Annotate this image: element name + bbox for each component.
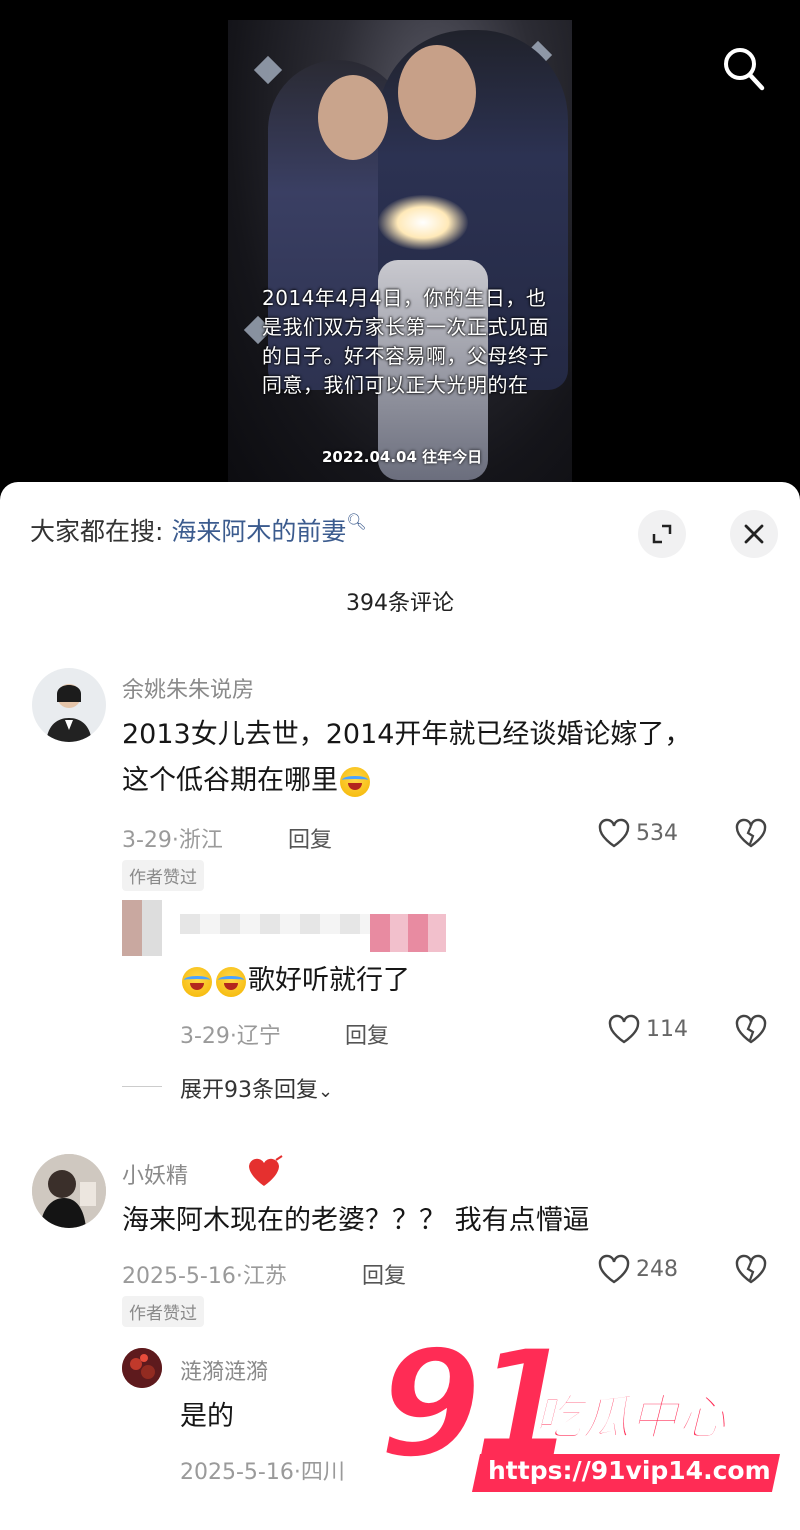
reply-button[interactable]: 回复 <box>362 1258 406 1290</box>
broken-heart-icon <box>735 1254 767 1284</box>
comment-count: 394条评论 <box>346 591 454 616</box>
broken-heart-icon <box>735 818 767 848</box>
reply-date-location: 3-29·辽宁 <box>180 1024 281 1049</box>
comment-text-line-2: 这个低谷期在哪里 <box>122 758 691 804</box>
search-small-icon: 🔍︎ <box>346 512 367 531</box>
blurred-username <box>180 914 370 934</box>
heart-icon <box>608 1014 640 1044</box>
watermark-name: 吃瓜中心 <box>533 1389 727 1447</box>
author-liked-tag: 作者赞过 <box>122 1296 204 1327</box>
like-button[interactable]: 248 <box>598 1254 678 1284</box>
trending-search-query[interactable]: 海来阿木的前妻 <box>171 517 346 546</box>
close-icon <box>744 524 764 544</box>
laugh-cry-emoji-icon <box>216 966 246 997</box>
video-caption: 2014年4月4日，你的生日，也是我们双方家长第一次正式见面的日子。好不容易啊，… <box>262 286 549 397</box>
heart-badge-icon <box>246 1152 286 1194</box>
comment-date-location: 2025-5-16·江苏 <box>122 1264 287 1289</box>
avatar[interactable] <box>122 1348 162 1388</box>
reply-username[interactable]: 涟漪涟漪 <box>180 1354 268 1386</box>
video-frame <box>228 20 572 490</box>
laugh-cry-emoji-icon <box>182 966 212 997</box>
dislike-button[interactable] <box>734 1014 768 1048</box>
avatar[interactable] <box>32 668 106 742</box>
trending-search-prefix: 大家都在搜: <box>30 517 164 546</box>
comment-date-location: 3-29·浙江 <box>122 828 223 853</box>
reply-text: 是的 <box>180 1401 234 1432</box>
blurred-badge <box>370 914 446 952</box>
expand-replies-button[interactable]: 展开93条回复⌄ <box>180 1072 333 1104</box>
like-button[interactable]: 534 <box>598 818 678 848</box>
site-watermark-logo: 91 吃瓜中心 https://91vip14.com <box>376 1316 781 1500</box>
chevron-down-icon: ⌄ <box>318 1081 334 1102</box>
expand-button[interactable] <box>638 510 686 558</box>
video-player[interactable]: 2014年4月4日，你的生日，也是我们双方家长第一次正式见面的日子。好不容易啊，… <box>0 0 800 500</box>
like-count: 534 <box>636 820 678 846</box>
like-count: 114 <box>646 1016 688 1042</box>
comment-text: 2013女儿去世，2014开年就已经谈婚论嫁了， 这个低谷期在哪里 <box>122 712 691 804</box>
reply-text: 歌好听就行了 <box>180 958 410 1004</box>
laugh-cry-emoji-icon <box>340 766 370 797</box>
heart-icon <box>598 818 630 848</box>
comment-username[interactable]: 余姚朱朱说房 <box>122 672 254 704</box>
comment-text-line: 2013女儿去世，2014开年就已经谈婚论嫁了， <box>122 719 692 750</box>
watermark-url: https://91vip14.com <box>488 1456 771 1485</box>
video-date-watermark: 2022.04.04 往年今日 <box>322 448 483 466</box>
expand-icon <box>652 524 672 544</box>
heart-icon <box>598 1254 630 1284</box>
divider <box>122 1086 162 1087</box>
author-liked-tag: 作者赞过 <box>122 860 204 891</box>
like-count: 248 <box>636 1256 678 1282</box>
avatar[interactable] <box>32 1154 106 1228</box>
search-icon[interactable] <box>722 44 766 92</box>
like-button[interactable]: 114 <box>608 1014 688 1044</box>
avatar[interactable] <box>122 900 162 956</box>
comment-text: 海来阿木现在的老婆？？？ 我有点懵逼 <box>122 1205 590 1236</box>
comment-username[interactable]: 小妖精 <box>122 1158 188 1190</box>
reply-button[interactable]: 回复 <box>345 1018 389 1050</box>
reply-date-location: 2025-5-16·四川 <box>180 1460 345 1485</box>
dislike-button[interactable] <box>734 1254 768 1288</box>
broken-heart-icon <box>735 1014 767 1044</box>
close-button[interactable] <box>730 510 778 558</box>
dislike-button[interactable] <box>734 818 768 852</box>
trending-search[interactable]: 大家都在搜: 海来阿木的前妻🔍︎ <box>30 512 367 548</box>
reply-button[interactable]: 回复 <box>288 822 332 854</box>
